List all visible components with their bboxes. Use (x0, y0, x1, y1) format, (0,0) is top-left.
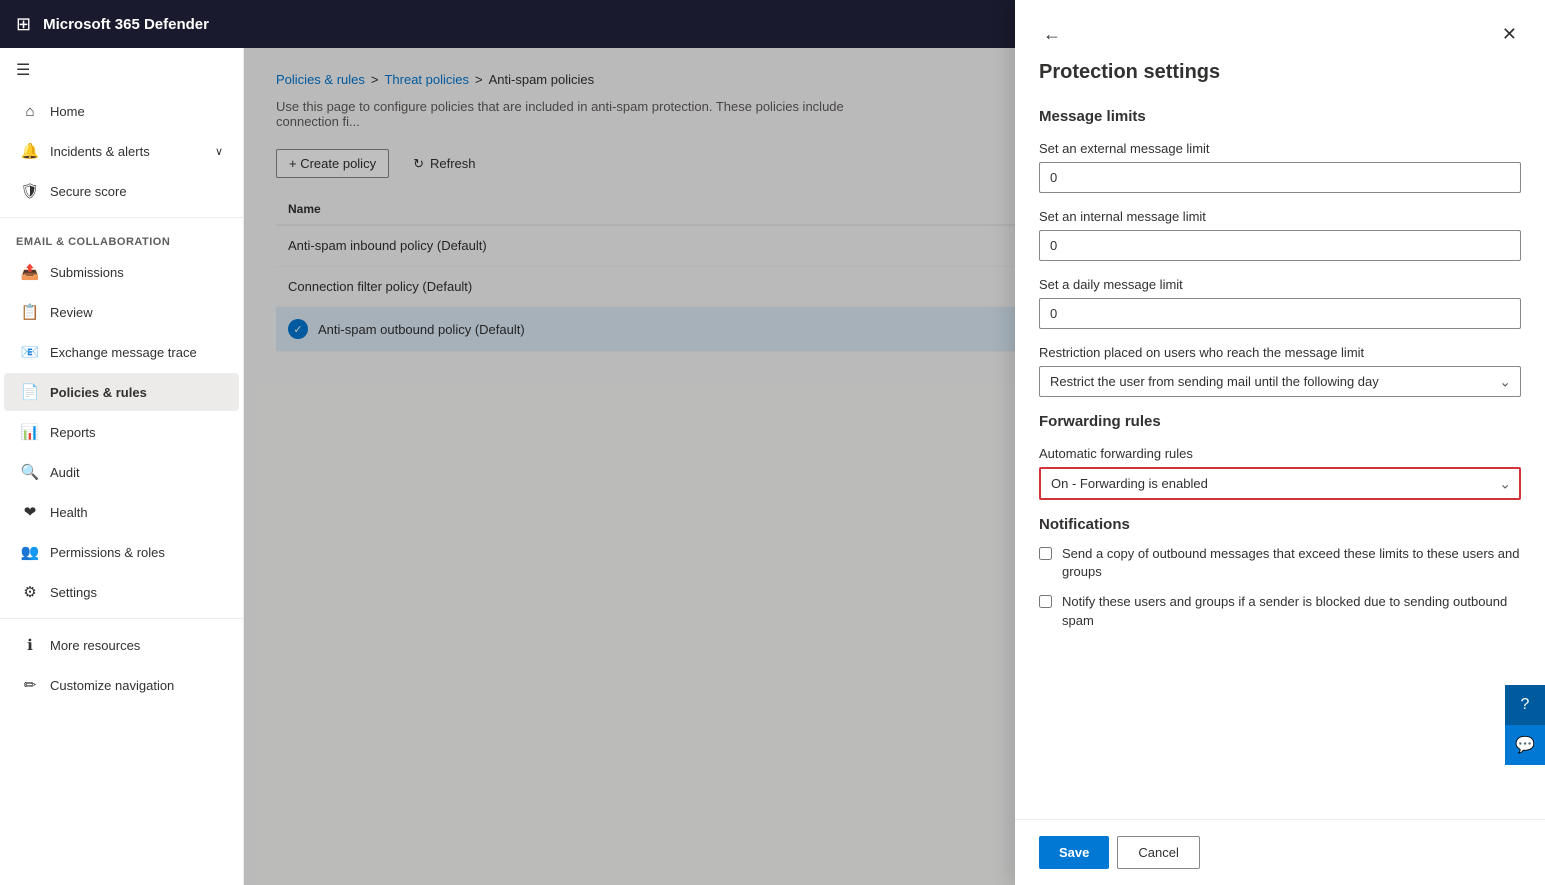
sidebar-item-more-resources[interactable]: ℹ More resources (4, 626, 239, 664)
sidebar-item-review[interactable]: 📋 Review (4, 293, 239, 331)
submissions-icon: 📤 (20, 263, 40, 281)
restriction-label: Restriction placed on users who reach th… (1039, 345, 1521, 360)
panel-close-button[interactable]: ✕ (1498, 20, 1521, 49)
restriction-field: Restriction placed on users who reach th… (1039, 345, 1521, 397)
floating-chat-button[interactable]: 💬 (1505, 725, 1545, 765)
panel-footer: Save Cancel (1015, 819, 1545, 885)
panel-header: ← ✕ (1015, 0, 1545, 49)
cancel-button[interactable]: Cancel (1117, 836, 1199, 869)
floating-help-icon: ? (1521, 696, 1530, 714)
side-panel: ← ✕ Protection settings Message limits S… (1015, 0, 1545, 885)
edit-icon: ✏ (20, 676, 40, 694)
home-icon: ⌂ (20, 103, 40, 120)
message-limits-heading: Message limits (1039, 108, 1521, 125)
daily-limit-field: Set a daily message limit (1039, 277, 1521, 329)
auto-forwarding-select[interactable]: On - Forwarding is enabled Off - Forward… (1039, 467, 1521, 500)
checkbox-outbound-label: Send a copy of outbound messages that ex… (1062, 545, 1521, 581)
sidebar-item-audit[interactable]: 🔍 Audit (4, 453, 239, 491)
sidebar-item-incidents[interactable]: 🔔 Incidents & alerts ∨ (4, 132, 239, 170)
auto-forwarding-select-wrapper: On - Forwarding is enabled Off - Forward… (1039, 467, 1521, 500)
audit-icon: 🔍 (20, 463, 40, 481)
sidebar-item-reports[interactable]: 📊 Reports (4, 413, 239, 451)
sidebar-divider-2 (0, 618, 243, 619)
notifications-heading: Notifications (1039, 516, 1521, 533)
permissions-icon: 👥 (20, 543, 40, 561)
restriction-select-wrapper: Restrict the user from sending mail unti… (1039, 366, 1521, 397)
internal-limit-field: Set an internal message limit (1039, 209, 1521, 261)
sidebar-item-policies-rules[interactable]: 📄 Policies & rules (4, 373, 239, 411)
auto-forwarding-label: Automatic forwarding rules (1039, 446, 1521, 461)
daily-limit-label: Set a daily message limit (1039, 277, 1521, 292)
forwarding-heading: Forwarding rules (1039, 413, 1521, 430)
panel-body: Message limits Set an external message l… (1015, 100, 1545, 803)
auto-forwarding-field: Automatic forwarding rules On - Forwardi… (1039, 446, 1521, 500)
sidebar-item-health[interactable]: ❤ Health (4, 493, 239, 531)
checkbox-notify-blocked[interactable] (1039, 595, 1052, 608)
checkbox-outbound-copy[interactable] (1039, 547, 1052, 560)
sidebar-item-home[interactable]: ⌂ Home (4, 93, 239, 130)
health-icon: ❤ (20, 503, 40, 521)
external-limit-input[interactable] (1039, 162, 1521, 193)
checkbox-notify-label: Notify these users and groups if a sende… (1062, 593, 1521, 629)
floating-help-button[interactable]: ? (1505, 685, 1545, 725)
floating-chat-icon: 💬 (1515, 735, 1535, 755)
panel-title: Protection settings (1015, 49, 1545, 100)
external-limit-field: Set an external message limit (1039, 141, 1521, 193)
notifications-section: Notifications Send a copy of outbound me… (1039, 516, 1521, 630)
daily-limit-input[interactable] (1039, 298, 1521, 329)
internal-limit-label: Set an internal message limit (1039, 209, 1521, 224)
sidebar-item-settings[interactable]: ⚙ Settings (4, 573, 239, 611)
exchange-icon: 📧 (20, 343, 40, 361)
checkbox-row-2: Notify these users and groups if a sende… (1039, 593, 1521, 629)
sidebar-item-secure-score[interactable]: 🛡 Secure score (4, 172, 239, 210)
shield-icon: 🛡 (20, 182, 40, 200)
sidebar-item-submissions[interactable]: 📤 Submissions (4, 253, 239, 291)
floating-buttons: ? 💬 (1505, 685, 1545, 765)
external-limit-label: Set an external message limit (1039, 141, 1521, 156)
chevron-down-icon: ∨ (215, 145, 223, 158)
sidebar-item-permissions[interactable]: 👥 Permissions & roles (4, 533, 239, 571)
sidebar-item-customize[interactable]: ✏ Customize navigation (4, 666, 239, 704)
forwarding-section: Forwarding rules Automatic forwarding ru… (1039, 413, 1521, 500)
reports-icon: 📊 (20, 423, 40, 441)
restriction-select[interactable]: Restrict the user from sending mail unti… (1039, 366, 1521, 397)
internal-limit-input[interactable] (1039, 230, 1521, 261)
sidebar-section-email: Email & collaboration (0, 224, 243, 252)
checkbox-row-1: Send a copy of outbound messages that ex… (1039, 545, 1521, 581)
waffle-icon[interactable]: ⊞ (16, 14, 31, 35)
sidebar-toggle[interactable]: ☰ (0, 48, 243, 92)
sidebar: ☰ ⌂ Home 🔔 Incidents & alerts ∨ 🛡 Secure… (0, 48, 244, 885)
panel-back-button[interactable]: ← (1039, 20, 1065, 49)
review-icon: 📋 (20, 303, 40, 321)
incidents-icon: 🔔 (20, 142, 40, 160)
sidebar-item-exchange-message-trace[interactable]: 📧 Exchange message trace (4, 333, 239, 371)
policies-icon: 📄 (20, 383, 40, 401)
gear-icon: ⚙ (20, 583, 40, 601)
sidebar-divider-1 (0, 217, 243, 218)
info-icon: ℹ (20, 636, 40, 654)
save-button[interactable]: Save (1039, 836, 1109, 869)
